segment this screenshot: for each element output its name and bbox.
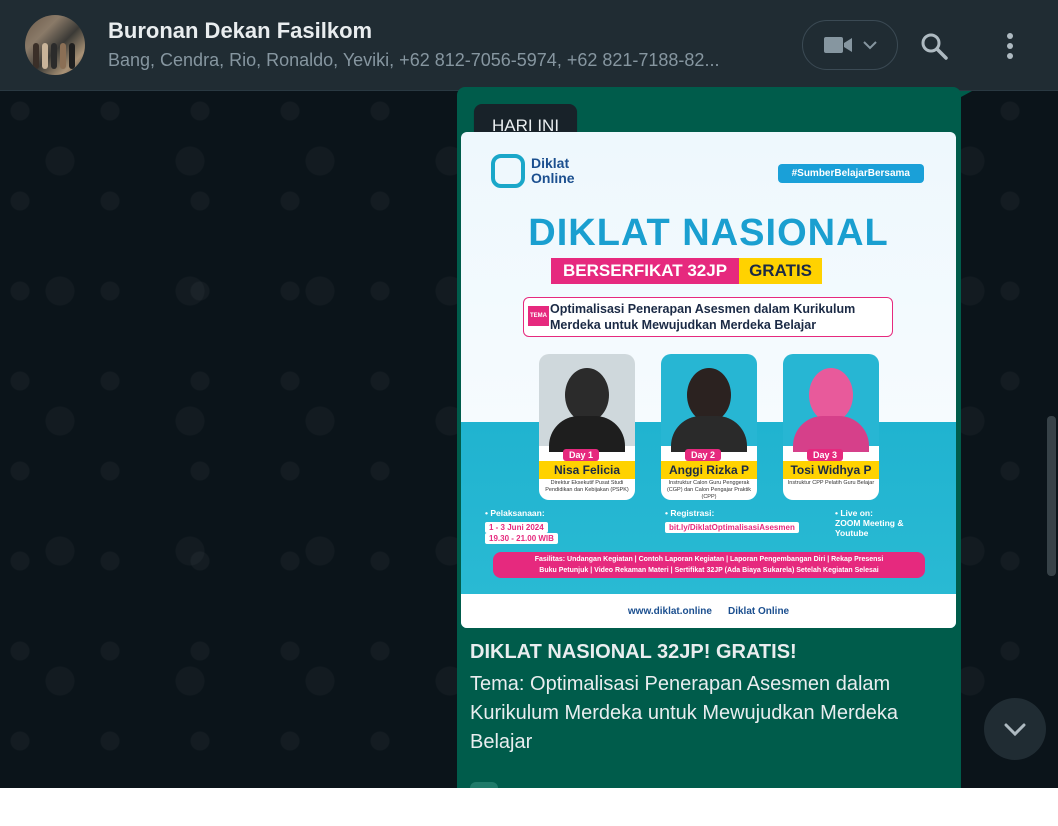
pelaksanaan-date: 1 - 3 Juni 2024: [485, 522, 548, 533]
poster-theme-text: Optimalisasi Penerapan Asesmen dalam Kur…: [550, 302, 856, 332]
live-label: • Live on:: [835, 508, 873, 518]
message-text: Tema: Optimalisasi Penerapan Asesmen dal…: [470, 673, 898, 753]
speaker-day: Day 3: [807, 449, 844, 461]
poster-free-label: GRATIS: [739, 258, 823, 284]
speaker-day: Day 1: [563, 449, 600, 461]
chevron-down-icon: [863, 41, 877, 50]
poster-theme-tag: TEMA: [528, 306, 549, 326]
logo-line2: Online: [531, 170, 575, 186]
fasilitas-line1: Fasilitas: Undangan Kegiatan | Contoh La…: [534, 556, 884, 563]
video-call-button[interactable]: [802, 20, 898, 70]
speaker-photo: [539, 354, 635, 452]
message-footer-stub: [470, 782, 498, 788]
speaker-role: Instruktur CPP Pelatih Guru Belajar: [787, 480, 875, 486]
chat-scrollbar[interactable]: [1047, 416, 1056, 576]
speaker-card: Day 1 Nisa Felicia Direktur Eksekutif Pu…: [539, 354, 635, 500]
bubble-tail: [950, 91, 972, 103]
group-members[interactable]: Bang, Cendra, Rio, Ronaldo, Yeviki, +62 …: [108, 50, 758, 71]
poster-theme: TEMA Optimalisasi Penerapan Asesmen dala…: [523, 297, 893, 337]
speaker-day: Day 2: [685, 449, 722, 461]
registrasi-link: bit.ly/DiklatOptimalisasiAsesmen: [665, 522, 799, 533]
chat-header[interactable]: Buronan Dekan Fasilkom Bang, Cendra, Rio…: [0, 0, 1058, 91]
scroll-to-bottom-button[interactable]: [984, 698, 1046, 760]
speaker-photo: [783, 354, 879, 452]
diklat-logo: Diklat Online: [491, 154, 575, 188]
speaker-name: Anggi Rizka P: [661, 461, 757, 479]
fasilitas-line2: Buku Petunjuk | Video Rekaman Materi | S…: [539, 567, 879, 574]
video-camera-icon: [824, 37, 852, 53]
poster-social: Diklat Online: [727, 605, 790, 617]
poster-title: DIKLAT NASIONAL: [528, 212, 889, 254]
poster-info-row: • Pelaksanaan: 1 - 3 Juni 2024 19.30 - 2…: [485, 508, 935, 544]
search-icon: [921, 33, 948, 60]
message-image[interactable]: Diklat Online #SumberBelajarBersama DIKL…: [461, 132, 956, 628]
poster-website: www.diklat.online: [627, 605, 712, 617]
diklat-logo-icon: [491, 154, 525, 188]
speaker-card: Day 2 Anggi Rizka P Instruktur Calon Gur…: [661, 354, 757, 500]
group-name[interactable]: Buronan Dekan Fasilkom: [108, 18, 372, 44]
pelaksanaan-label: • Pelaksanaan:: [485, 508, 545, 518]
pelaksanaan-time: 19.30 - 21.00 WIB: [485, 533, 558, 544]
whatsapp-window: Buronan Dekan Fasilkom Bang, Cendra, Rio…: [0, 0, 1058, 788]
logo-line1: Diklat: [531, 155, 570, 171]
live-value: ZOOM Meeting & Youtube: [835, 518, 904, 538]
speaker-role: Instruktur Calon Guru Penggerak (CGP) da…: [666, 480, 752, 500]
speaker-role: Direktur Eksekutif Pusat Studi Pendidika…: [545, 480, 629, 493]
group-avatar[interactable]: [25, 15, 85, 75]
menu-button[interactable]: [990, 26, 1030, 66]
poster-footer: www.diklat.online Diklat Online: [461, 594, 956, 628]
speaker-card: Day 3 Tosi Widhya P Instruktur CPP Pelat…: [783, 354, 879, 500]
speaker-name: Tosi Widhya P: [783, 461, 879, 479]
more-vertical-icon: [1007, 33, 1013, 59]
speaker-photo: [661, 354, 757, 452]
message-title: DIKLAT NASIONAL 32JP! GRATIS!: [470, 641, 797, 663]
poster-hashtag: #SumberBelajarBersama: [777, 164, 924, 183]
registrasi-label: • Registrasi:: [665, 508, 715, 518]
chevron-down-icon: [1004, 723, 1026, 737]
poster-cert-banner: BERSERFIKAT 32JP GRATIS: [551, 258, 823, 284]
search-button[interactable]: [914, 26, 954, 66]
speaker-name: Nisa Felicia: [539, 461, 635, 479]
poster-cert-label: BERSERFIKAT 32JP: [551, 258, 740, 284]
poster-fasilitas: Fasilitas: Undangan Kegiatan | Contoh La…: [493, 552, 925, 578]
